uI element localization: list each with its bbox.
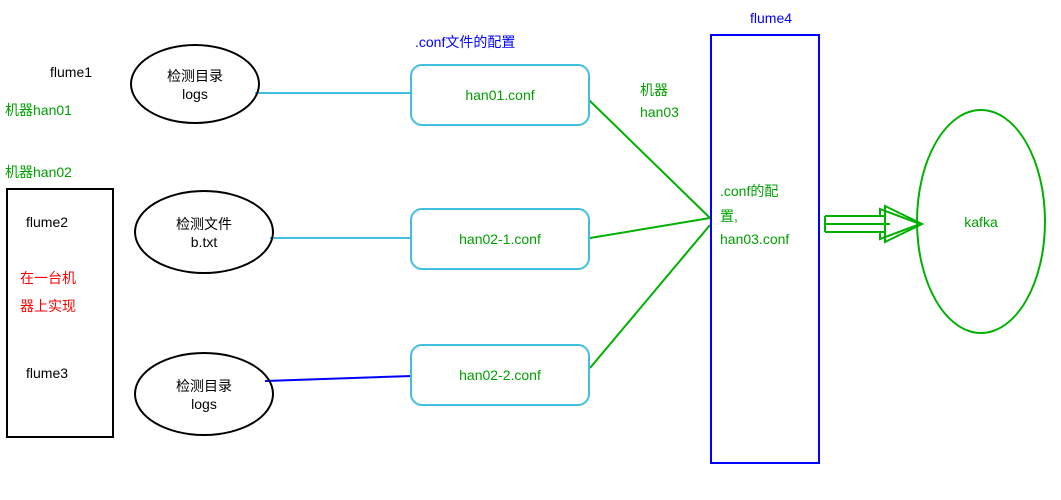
flume4-box: .conf的配 置, han03.conf xyxy=(710,34,820,464)
machine-han01-label: 机器han01 xyxy=(5,100,72,120)
source-logs1-line2: logs xyxy=(182,86,208,102)
conf-han02-1-box: han02-1.conf xyxy=(410,208,590,270)
kafka-ellipse: kafka xyxy=(916,109,1046,334)
conf-han02-1-text: han02-1.conf xyxy=(459,231,541,247)
on-one-machine-line1: 在一台机 xyxy=(20,268,76,288)
machine-han03-line2: han03 xyxy=(640,104,679,120)
flume1-label: flume1 xyxy=(50,64,92,80)
on-one-machine-line2: 器上实现 xyxy=(20,296,76,316)
source-logs2-ellipse: 检测目录 logs xyxy=(134,352,274,436)
kafka-text: kafka xyxy=(964,214,997,230)
flume4-conf-line1: .conf的配 xyxy=(720,181,778,201)
source-btxt-line2: b.txt xyxy=(191,234,217,250)
conf-han02-2-text: han02-2.conf xyxy=(459,367,541,383)
conf-title-label: .conf文件的配置 xyxy=(415,32,515,52)
flume4-conf-line3: han03.conf xyxy=(720,231,789,247)
flume3-label: flume3 xyxy=(26,365,68,381)
conf-han01-box: han01.conf xyxy=(410,64,590,126)
machine-han03-line1: 机器 xyxy=(640,80,668,100)
flume2-flume3-container: flume2 在一台机 器上实现 flume3 xyxy=(6,188,114,438)
machine-han02-label: 机器han02 xyxy=(5,162,72,182)
source-logs1-line1: 检测目录 xyxy=(167,66,223,86)
source-logs2-line2: logs xyxy=(191,396,217,412)
source-logs1-ellipse: 检测目录 logs xyxy=(130,44,260,124)
flume2-label: flume2 xyxy=(26,214,68,230)
source-btxt-line1: 检测文件 xyxy=(176,214,232,234)
conf-han02-2-box: han02-2.conf xyxy=(410,344,590,406)
flume4-conf-line2: 置, xyxy=(720,206,738,226)
source-logs2-line1: 检测目录 xyxy=(176,376,232,396)
source-btxt-ellipse: 检测文件 b.txt xyxy=(134,190,274,274)
conf-han01-text: han01.conf xyxy=(465,87,534,103)
flume4-label: flume4 xyxy=(750,10,792,26)
